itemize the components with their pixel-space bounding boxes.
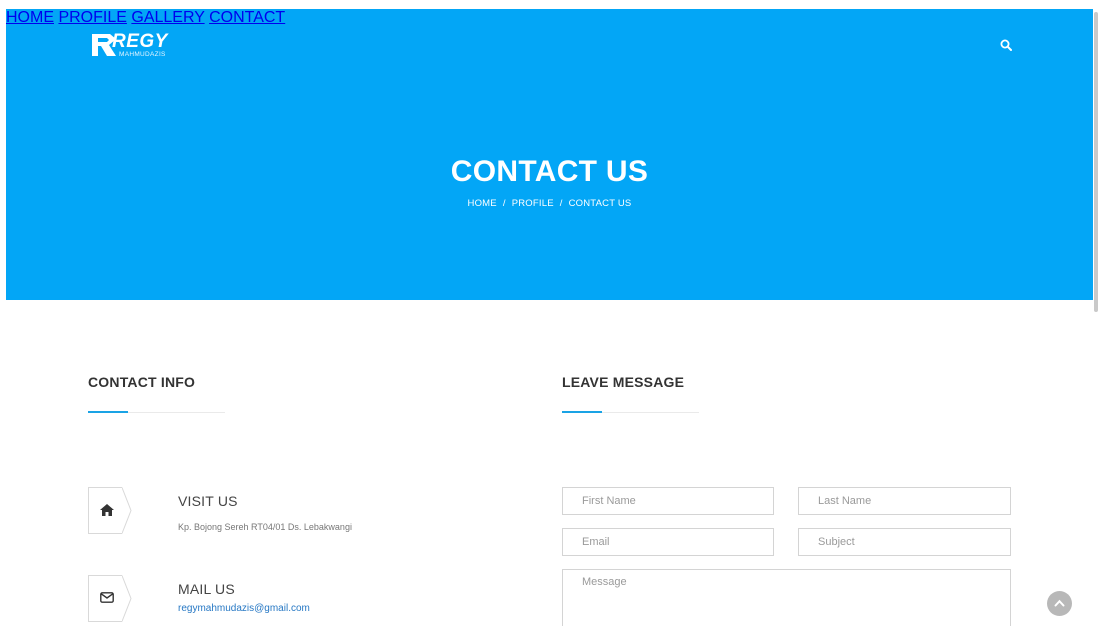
scrollbar-thumb[interactable] — [1094, 12, 1098, 312]
breadcrumb-separator: / — [502, 198, 506, 209]
logo-text: REGY — [112, 31, 168, 52]
visit-us-address: Kp. Bojong Sereh RT04/01 Ds. Lebakwangi — [178, 522, 352, 532]
mail-icon-box — [88, 575, 132, 622]
visit-icon-box — [88, 487, 132, 534]
contact-info-divider — [88, 411, 225, 413]
message-textarea[interactable] — [562, 569, 1011, 626]
scroll-to-top-button[interactable] — [1047, 591, 1072, 616]
breadcrumb-current: CONTACT US — [568, 198, 632, 209]
site-logo[interactable]: REGY MAHMUDAZIS — [92, 31, 182, 67]
nav-gallery[interactable]: GALLERY — [131, 9, 204, 26]
hero-banner: REGY MAHMUDAZIS HOME PROFILE GALLERY CON… — [6, 9, 1093, 300]
leave-message-heading: LEAVE MESSAGE — [562, 374, 685, 390]
breadcrumb: HOME / PROFILE / CONTACT US — [6, 198, 1093, 209]
chevron-up-icon — [1054, 599, 1065, 607]
mail-us-email-link[interactable]: regymahmudazis@gmail.com — [178, 603, 310, 614]
nav-contact[interactable]: CONTACT — [209, 9, 285, 26]
breadcrumb-separator: / — [559, 198, 563, 209]
logo-subtext: MAHMUDAZIS — [119, 51, 166, 58]
page-scrollbar[interactable] — [1093, 0, 1099, 626]
search-icon[interactable] — [1000, 39, 1012, 51]
first-name-input[interactable] — [562, 487, 774, 515]
last-name-input[interactable] — [798, 487, 1011, 515]
visit-us-title: VISIT US — [178, 493, 238, 509]
envelope-icon — [100, 592, 114, 603]
leave-message-divider — [562, 411, 699, 413]
nav-profile[interactable]: PROFILE — [58, 9, 126, 26]
home-icon — [100, 504, 114, 516]
mail-us-title: MAIL US — [178, 581, 235, 597]
subject-input[interactable] — [798, 528, 1011, 556]
breadcrumb-home[interactable]: HOME — [468, 198, 497, 209]
main-nav: HOME PROFILE GALLERY CONTACT — [6, 9, 1093, 27]
breadcrumb-profile[interactable]: PROFILE — [512, 198, 554, 209]
page-title: CONTACT US — [450, 155, 649, 188]
contact-info-heading: CONTACT INFO — [88, 374, 196, 390]
email-input[interactable] — [562, 528, 774, 556]
nav-home[interactable]: HOME — [6, 9, 54, 26]
